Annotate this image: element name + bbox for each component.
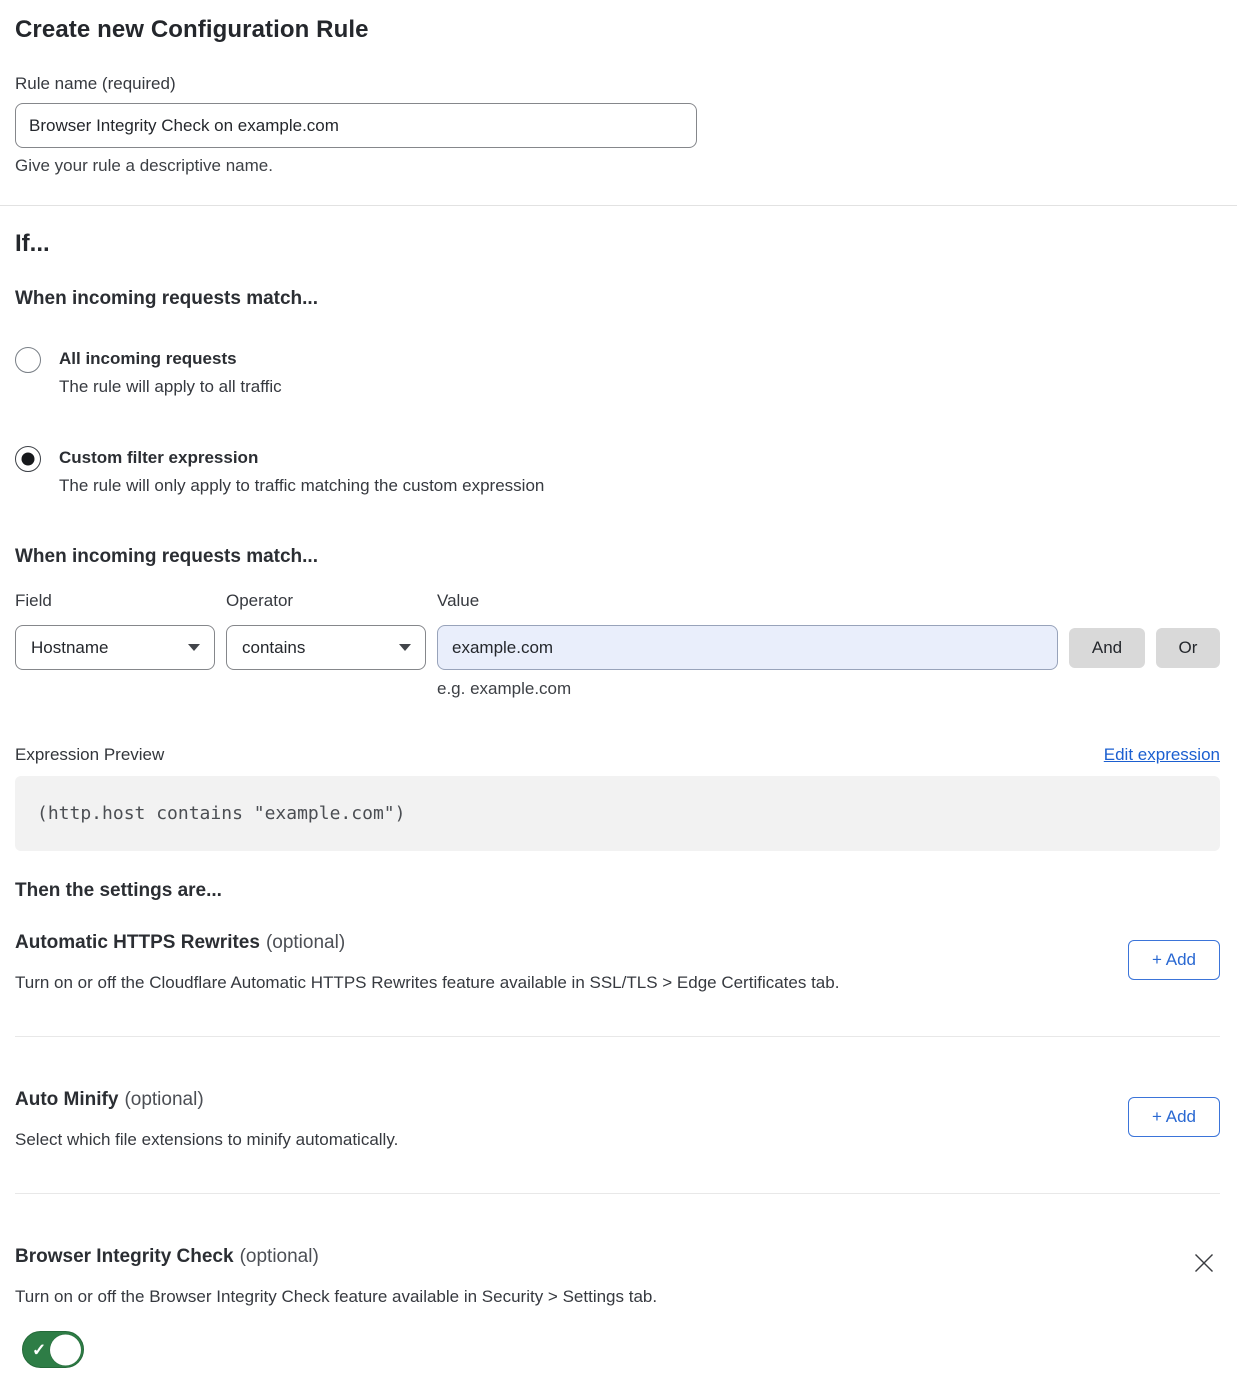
operator-select[interactable]: contains — [226, 625, 426, 670]
when-requests-match-heading: When incoming requests match... — [15, 287, 1220, 310]
setting-automatic-https-rewrites: Automatic HTTPS Rewrites (optional) Turn … — [15, 931, 1220, 993]
setting-divider — [15, 1036, 1220, 1037]
radio-option-texts: All incoming requests The rule will appl… — [59, 348, 282, 397]
page-title: Create new Configuration Rule — [15, 16, 1220, 44]
if-heading: If... — [15, 229, 1220, 258]
operator-select-value: contains — [242, 638, 305, 658]
radio-option-texts: Custom filter expression The rule will o… — [59, 447, 544, 496]
add-auto-minify-button[interactable]: + Add — [1128, 1097, 1220, 1137]
setting-texts: Browser Integrity Check (optional) Turn o… — [15, 1245, 1188, 1373]
setting-browser-integrity-check: Browser Integrity Check (optional) Turn o… — [15, 1245, 1220, 1373]
radio-option-label: All incoming requests — [59, 348, 282, 369]
value-input[interactable] — [437, 625, 1058, 670]
setting-texts: Auto Minify (optional) Select which file … — [15, 1088, 398, 1150]
setting-description: Turn on or off the Browser Integrity Che… — [15, 1286, 1188, 1307]
setting-title: Auto Minify (optional) — [15, 1088, 398, 1111]
chevron-down-icon — [188, 644, 200, 651]
radio-option-label: Custom filter expression — [59, 447, 544, 468]
rule-name-helper: Give your rule a descriptive name. — [15, 156, 1220, 176]
radio-selected-icon[interactable] — [15, 446, 41, 472]
setting-texts: Automatic HTTPS Rewrites (optional) Turn … — [15, 931, 839, 993]
radio-unselected-icon[interactable] — [15, 347, 41, 373]
rule-name-label: Rule name (required) — [15, 74, 1220, 94]
setting-divider — [15, 1193, 1220, 1194]
setting-title: Automatic HTTPS Rewrites (optional) — [15, 931, 839, 954]
operator-column-label: Operator — [226, 591, 426, 611]
radio-option-custom-filter-expression[interactable]: Custom filter expression The rule will o… — [15, 447, 1220, 496]
expression-builder-heading: When incoming requests match... — [15, 545, 1220, 568]
setting-description: Select which file extensions to minify a… — [15, 1129, 398, 1150]
radio-option-description: The rule will apply to all traffic — [59, 376, 282, 397]
setting-title: Browser Integrity Check (optional) — [15, 1245, 1188, 1268]
setting-optional-suffix: (optional) — [240, 1246, 319, 1267]
setting-title-text: Browser Integrity Check — [15, 1246, 234, 1267]
setting-optional-suffix: (optional) — [266, 932, 345, 953]
value-column-label: Value — [437, 591, 1058, 611]
setting-optional-suffix: (optional) — [124, 1089, 203, 1110]
radio-option-description: The rule will only apply to traffic matc… — [59, 475, 544, 496]
add-automatic-https-rewrites-button[interactable]: + Add — [1128, 940, 1220, 980]
expression-preview-header: Expression Preview Edit expression — [15, 744, 1220, 765]
create-configuration-rule-page: Create new Configuration Rule Rule name … — [0, 0, 1237, 1388]
expression-builder: Field Operator Value Hostname contains A… — [15, 591, 1220, 699]
expression-code: (http.host contains "example.com") — [37, 803, 405, 824]
expression-preview-label: Expression Preview — [15, 744, 164, 765]
browser-integrity-check-toggle[interactable] — [22, 1331, 84, 1368]
then-settings-heading: Then the settings are... — [15, 879, 1220, 902]
chevron-down-icon — [399, 644, 411, 651]
expression-preview-box: (http.host contains "example.com") — [15, 776, 1220, 851]
setting-title-text: Automatic HTTPS Rewrites — [15, 932, 260, 953]
field-column-label: Field — [15, 591, 215, 611]
radio-option-all-incoming-requests[interactable]: All incoming requests The rule will appl… — [15, 348, 1220, 397]
toggle-knob[interactable] — [50, 1334, 81, 1365]
close-icon — [1192, 1251, 1216, 1275]
setting-title-text: Auto Minify — [15, 1089, 118, 1110]
edit-expression-link[interactable]: Edit expression — [1104, 744, 1220, 765]
field-select-value: Hostname — [31, 638, 108, 658]
setting-auto-minify: Auto Minify (optional) Select which file … — [15, 1088, 1220, 1150]
rule-name-input[interactable] — [15, 103, 697, 148]
setting-description: Turn on or off the Cloudflare Automatic … — [15, 972, 839, 993]
field-select[interactable]: Hostname — [15, 625, 215, 670]
remove-setting-button[interactable] — [1188, 1247, 1220, 1279]
and-button[interactable]: And — [1069, 628, 1145, 668]
or-button[interactable]: Or — [1156, 628, 1220, 668]
section-divider — [0, 205, 1237, 206]
check-icon — [32, 1341, 46, 1358]
value-helper: e.g. example.com — [437, 679, 1058, 699]
